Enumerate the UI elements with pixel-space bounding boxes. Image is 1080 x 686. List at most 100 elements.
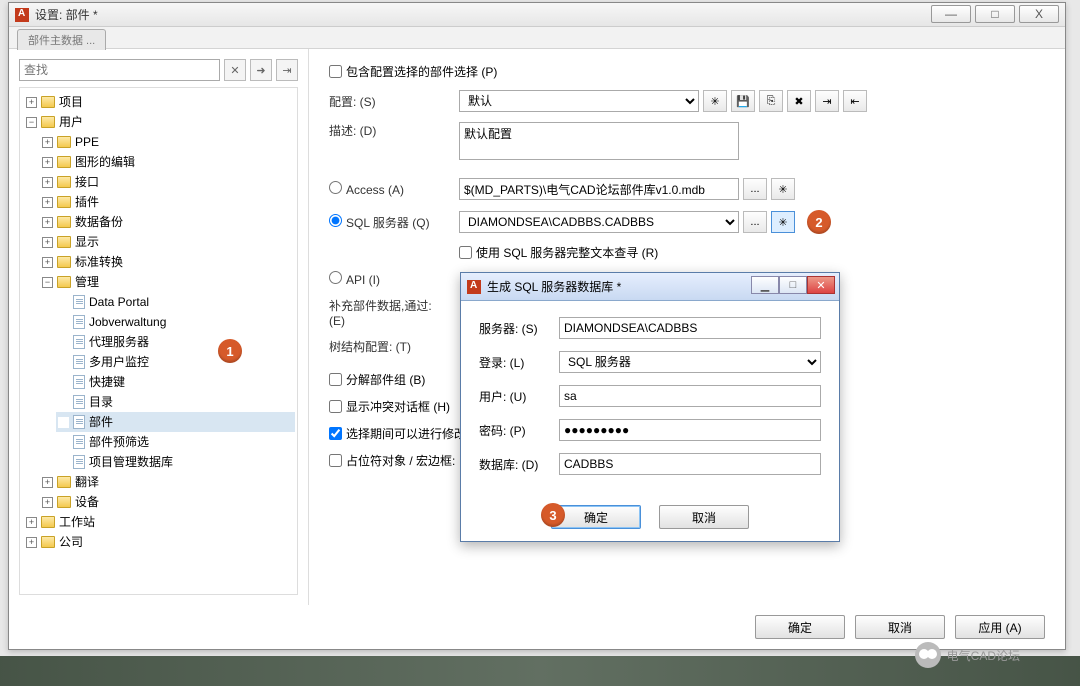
folder-icon: [57, 496, 71, 508]
btn-sql-new[interactable]: ✳: [771, 211, 795, 233]
modal-footer: 3 确定 取消: [461, 501, 839, 541]
btn-cancel[interactable]: 取消: [855, 615, 945, 639]
row-desc: 描述: (D) 默认配置: [329, 122, 1045, 160]
tree-prefilter[interactable]: 部件预筛选: [56, 432, 295, 452]
tree-stdconv[interactable]: +标准转换: [40, 252, 295, 272]
watermark: 电气CAD论坛: [915, 642, 1020, 668]
cfg-btn-export[interactable]: ⇤: [843, 90, 867, 112]
tree-user[interactable]: −用户: [24, 112, 295, 132]
folder-icon: [57, 236, 71, 248]
tree-workstation[interactable]: +工作站: [24, 512, 295, 532]
radio-api[interactable]: [329, 271, 342, 284]
page-icon: [73, 415, 85, 429]
row-fulltext: 使用 SQL 服务器完整文本查寻 (R): [329, 244, 1045, 261]
btn-ok[interactable]: 确定: [755, 615, 845, 639]
page-icon: [73, 335, 85, 349]
input-user[interactable]: [559, 385, 821, 407]
modal-cancel-button[interactable]: 取消: [659, 505, 749, 529]
tree-graphics[interactable]: +图形的编辑: [40, 152, 295, 172]
tree-device[interactable]: +设备: [40, 492, 295, 512]
modal-title: 生成 SQL 服务器数据库 *: [487, 278, 621, 295]
input-access-path[interactable]: [459, 178, 739, 200]
folder-icon: [57, 136, 71, 148]
page-icon: [73, 455, 85, 469]
radio-access[interactable]: [329, 181, 342, 194]
chk-fulltext[interactable]: [459, 246, 472, 259]
tree-projmgmtdb[interactable]: 项目管理数据库: [56, 452, 295, 472]
cfg-btn-import[interactable]: ⇥: [815, 90, 839, 112]
cfg-btn-new[interactable]: ✳: [703, 90, 727, 112]
lbl-db: 数据库: (D): [479, 456, 559, 473]
tree-project[interactable]: +项目: [24, 92, 295, 112]
btn-access-new[interactable]: ✳: [771, 178, 795, 200]
btn-access-browse[interactable]: ...: [743, 178, 767, 200]
modal-window-buttons: ▁ □ ✕: [751, 276, 835, 294]
page-icon: [73, 435, 85, 449]
modal-min-button[interactable]: ▁: [751, 276, 779, 294]
tree-interface[interactable]: +接口: [40, 172, 295, 192]
minimize-button[interactable]: —: [931, 5, 971, 23]
search-input[interactable]: [19, 59, 220, 81]
row-sql: SQL 服务器 (Q) DIAMONDSEA\CADBBS.CADBBS ...…: [329, 210, 1045, 234]
cfg-btn-delete[interactable]: ✖: [787, 90, 811, 112]
input-db[interactable]: [559, 453, 821, 475]
chk-decompose[interactable]: [329, 373, 342, 386]
chk-include-config[interactable]: [329, 65, 342, 78]
tree-dataportal[interactable]: Data Portal: [56, 292, 295, 312]
maximize-button[interactable]: □: [975, 5, 1015, 23]
tree-admin[interactable]: −管理: [40, 272, 295, 292]
annotation-badge-3: 3: [541, 503, 565, 527]
select-config[interactable]: 默认: [459, 90, 699, 112]
chk-conflict[interactable]: [329, 400, 342, 413]
btn-sql-browse[interactable]: ...: [743, 211, 767, 233]
modal-titlebar: 生成 SQL 服务器数据库 * ▁ □ ✕: [461, 273, 839, 301]
select-sql-server[interactable]: DIAMONDSEA\CADBBS.CADBBS: [459, 211, 739, 233]
tree-display[interactable]: +显示: [40, 232, 295, 252]
select-login[interactable]: SQL 服务器: [559, 351, 821, 373]
cfg-btn-copy[interactable]: ⎘: [759, 90, 783, 112]
chk-placeholder[interactable]: [329, 454, 342, 467]
page-icon: [73, 295, 85, 309]
cfg-btn-save[interactable]: 💾: [731, 90, 755, 112]
input-server[interactable]: [559, 317, 821, 339]
tree-proxy[interactable]: 代理服务器: [56, 332, 295, 352]
tree-company[interactable]: +公司: [24, 532, 295, 552]
textarea-desc[interactable]: 默认配置: [459, 122, 739, 160]
tree-ppe[interactable]: +PPE: [40, 132, 295, 152]
search-go-button[interactable]: ➜: [250, 59, 272, 81]
search-clear-button[interactable]: ✕: [224, 59, 246, 81]
dialog-footer: 确定 取消 应用 (A): [755, 615, 1045, 639]
annotation-badge-1: 1: [218, 339, 242, 363]
modal-close-button[interactable]: ✕: [807, 276, 835, 294]
close-button[interactable]: X: [1019, 5, 1059, 23]
nav-tree[interactable]: +项目 −用户 +PPE +图形的编辑 +接口 +插件 +数据备份 +显示 +标…: [19, 87, 298, 595]
search-transfer-button[interactable]: ⇥: [276, 59, 298, 81]
tree-translate[interactable]: +翻译: [40, 472, 295, 492]
modal-body: 服务器: (S) 登录: (L)SQL 服务器 用户: (U) 密码: (P) …: [461, 301, 839, 501]
input-pwd[interactable]: [559, 419, 821, 441]
folder-icon: [41, 116, 55, 128]
tree-backup[interactable]: +数据备份: [40, 212, 295, 232]
row-include-config: 包含配置选择的部件选择 (P): [329, 63, 1045, 80]
btn-apply[interactable]: 应用 (A): [955, 615, 1045, 639]
tree-plugins[interactable]: +插件: [40, 192, 295, 212]
tree-shortcuts[interactable]: 快捷键: [56, 372, 295, 392]
chk-editselect[interactable]: [329, 427, 342, 440]
folder-icon: [41, 96, 55, 108]
folder-icon: [57, 196, 71, 208]
tree-catalog[interactable]: 目录: [56, 392, 295, 412]
page-icon: [73, 315, 85, 329]
app-icon: [15, 8, 29, 22]
tree-jobverwaltung[interactable]: Jobverwaltung: [56, 312, 295, 332]
titlebar: 设置: 部件 * — □ X: [9, 3, 1065, 27]
folder-icon: [41, 536, 55, 548]
modal-max-button[interactable]: □: [779, 276, 807, 294]
lbl-fulltext: 使用 SQL 服务器完整文本查寻 (R): [476, 244, 658, 261]
lbl-pwd: 密码: (P): [479, 422, 559, 439]
blurred-tab[interactable]: 部件主数据 ...: [17, 29, 106, 50]
tree-parts[interactable]: 部件: [56, 412, 295, 432]
radio-sql[interactable]: [329, 214, 342, 227]
annotation-badge-2: 2: [807, 210, 831, 234]
tree-multiuser[interactable]: 多用户监控: [56, 352, 295, 372]
watermark-text: 电气CAD论坛: [947, 647, 1020, 664]
